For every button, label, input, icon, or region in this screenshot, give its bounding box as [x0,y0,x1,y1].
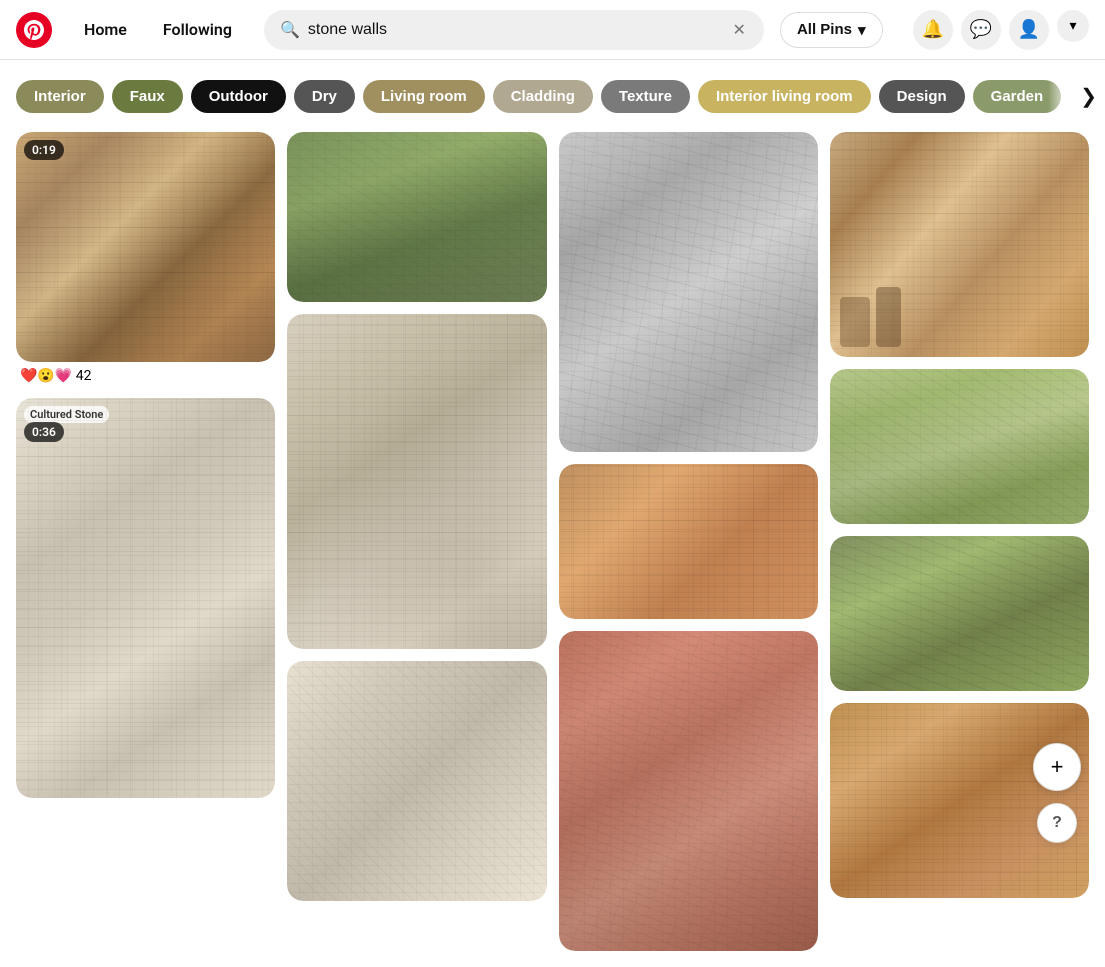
chip-living-room[interactable]: Living room [363,80,485,113]
notifications-button[interactable]: 🔔 [913,10,953,50]
pin-card[interactable]: 0:19 ❤️😮💗 42 [16,132,275,386]
add-button[interactable]: + [1033,743,1081,791]
chips-scroll-right[interactable]: ❯ [1048,60,1105,132]
account-button[interactable]: 👤 [1009,10,1049,50]
header: Home Following 🔍 ✕ All Pins ▾ 🔔 💬 👤 ▾ [0,0,1105,60]
filter-label: All Pins [797,21,852,38]
pin-image-wrap [559,464,818,619]
chip-interior[interactable]: Interior [16,80,104,113]
pin-card[interactable] [830,369,1089,524]
help-button[interactable]: ? [1037,803,1077,843]
search-bar: 🔍 ✕ [264,10,764,50]
pin-card[interactable] [287,661,546,901]
pin-image-wrap [559,631,818,951]
pinterest-icon [24,20,44,40]
pin-image-wrap [559,132,818,452]
plus-icon: + [1051,754,1064,780]
pin-image-wrap [287,314,546,649]
user-icon: 👤 [1018,19,1040,40]
chip-faux[interactable]: Faux [112,80,183,113]
video-duration-badge: 0:19 [24,140,64,160]
pin-image-wrap: Cultured Stone 0:36 [16,398,275,798]
chip-dry[interactable]: Dry [294,80,355,113]
pin-card[interactable] [287,132,546,302]
chips-bar: Interior Faux Outdoor Dry Living room Cl… [0,60,1105,132]
main-nav: Home Following [68,12,248,47]
search-input[interactable] [308,21,723,39]
pin-card[interactable] [830,536,1089,691]
chevron-down-icon: ▾ [1069,17,1076,34]
pin-image-wrap [830,132,1089,357]
more-button[interactable]: ▾ [1057,10,1089,42]
reaction-count: 42 [76,368,92,384]
following-link[interactable]: Following [147,12,248,47]
pin-image-wrap [287,132,546,302]
bell-icon: 🔔 [922,19,944,40]
pin-footer: ❤️😮💗 42 [16,362,275,386]
pin-image-wrap [287,661,546,901]
filter-button[interactable]: All Pins ▾ [780,12,883,48]
filter-chevron-icon: ▾ [858,21,866,39]
pin-card[interactable] [559,464,818,619]
clear-search-button[interactable]: ✕ [731,18,748,42]
pin-card[interactable] [287,314,546,649]
chip-design[interactable]: Design [879,80,965,113]
pin-image-wrap: 0:19 [16,132,275,362]
pin-card[interactable] [830,132,1089,357]
chip-interior-living-room[interactable]: Interior living room [698,80,871,113]
home-link[interactable]: Home [68,12,143,47]
pinterest-logo[interactable] [16,12,52,48]
pin-reactions: ❤️😮💗 42 [20,368,271,384]
header-icons: 🔔 💬 👤 ▾ [913,10,1089,50]
pins-grid: 0:19 ❤️😮💗 42 Cultured Stone 0:36 [0,132,1105,967]
fab-container: + ? [1033,743,1081,843]
chip-texture[interactable]: Texture [601,80,690,113]
messages-button[interactable]: 💬 [961,10,1001,50]
chip-cladding[interactable]: Cladding [493,80,593,113]
pin-image-wrap [830,536,1089,691]
pin-card[interactable]: Cultured Stone 0:36 [16,398,275,798]
search-icon: 🔍 [280,20,300,39]
pin-card[interactable] [559,631,818,951]
question-icon: ? [1052,814,1062,832]
chip-outdoor[interactable]: Outdoor [191,80,286,113]
pin-image-wrap [830,369,1089,524]
pin-card[interactable] [559,132,818,452]
chat-icon: 💬 [970,19,992,40]
